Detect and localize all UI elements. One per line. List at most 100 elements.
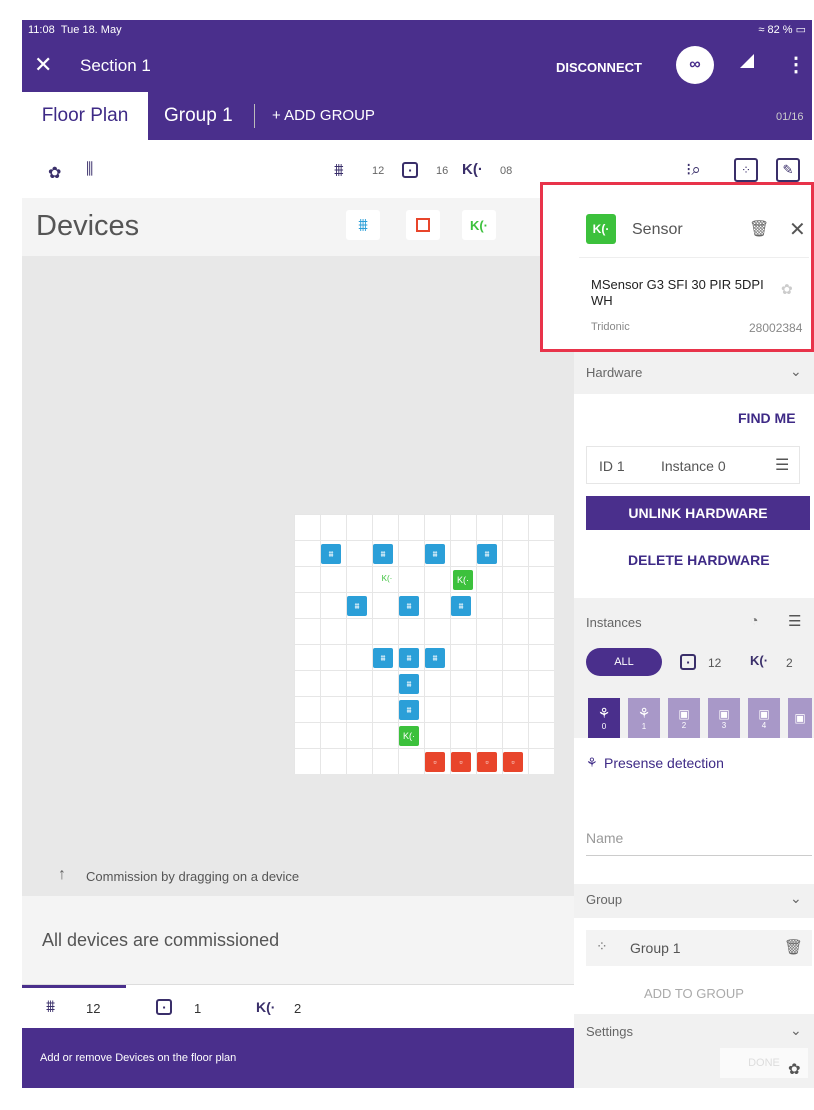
- instance-tile[interactable]: ▣ 3: [708, 698, 740, 738]
- id-instance-row[interactable]: ID 1 Instance 0 ☰: [586, 446, 800, 484]
- page-indicator: 01/16: [776, 111, 804, 123]
- link-icon[interactable]: ∞: [676, 46, 714, 84]
- sensor-filter-count: 2: [786, 656, 793, 670]
- search-device-icon[interactable]: ⁝⌕: [686, 160, 701, 180]
- instance-tile[interactable]: ▣ 4: [748, 698, 780, 738]
- tab-divider: [254, 104, 255, 128]
- gear-icon[interactable]: ✿: [781, 281, 793, 298]
- io-count: 16: [436, 165, 449, 177]
- chevron-down-icon[interactable]: ⌄: [790, 890, 802, 907]
- sensor-filter-icon[interactable]: K(·: [750, 653, 768, 668]
- io-icon: ▪: [402, 162, 418, 178]
- presence-icon: ⚘: [637, 705, 651, 721]
- sensors-total: 2: [294, 1001, 302, 1016]
- status-time: 11:08 Tue 18. May: [28, 24, 122, 36]
- device-grid[interactable]: ⩩ ⩩ ⩩ ⩩ K(· K(· ⩩ ⩩ ⩩ ⩩ ⩩ ⩩ ⩩ ⩩ K(· ▫ ▫ …: [294, 514, 554, 774]
- active-indicator: [22, 985, 126, 988]
- instance-number: 3: [721, 720, 727, 730]
- chevron-down-icon[interactable]: ⌄: [790, 1022, 802, 1039]
- close-icon[interactable]: ✕: [34, 52, 52, 78]
- sensor-type-label: Sensor: [632, 221, 683, 238]
- io-total: 1: [194, 1001, 202, 1016]
- light-device[interactable]: ⩩: [347, 596, 367, 616]
- sensor-count: 08: [500, 165, 513, 177]
- io-icon: ▣: [794, 711, 806, 725]
- device-count-bar: ⩩ 12 ▪ 1 K(· 2: [22, 984, 574, 1028]
- instance-name-input[interactable]: Name: [586, 830, 623, 846]
- filter-light-icon[interactable]: ⩩: [346, 210, 380, 240]
- light-icon[interactable]: ⩩: [46, 997, 55, 1017]
- light-device[interactable]: ⩩: [399, 648, 419, 668]
- light-device[interactable]: ⩩: [321, 544, 341, 564]
- battery-indicator: ≈ 82 % ▭: [758, 24, 806, 36]
- io-filter-count: 12: [708, 656, 722, 670]
- sensor-icon[interactable]: K(·: [256, 999, 275, 1015]
- trash-icon[interactable]: 🗑: [784, 938, 803, 956]
- delete-hardware-button[interactable]: DELETE HARDWARE: [628, 552, 770, 568]
- io-device[interactable]: ▫: [477, 752, 497, 772]
- io-icon[interactable]: ▪: [156, 999, 172, 1015]
- equalizer-icon[interactable]: ⫼: [86, 161, 93, 179]
- tab-floor-plan[interactable]: Floor Plan: [22, 92, 148, 140]
- article-number: 28002384: [749, 321, 803, 335]
- light-device[interactable]: ⩩: [373, 648, 393, 668]
- commission-hint: Commission by dragging on a device: [86, 869, 300, 884]
- light-device[interactable]: ⩩: [477, 544, 497, 564]
- add-group-button[interactable]: + ADD GROUP: [272, 107, 375, 124]
- disconnect-button[interactable]: DISCONNECT: [556, 60, 642, 75]
- list-icon[interactable]: ☰: [775, 455, 789, 475]
- sensor-device[interactable]: K(·: [399, 726, 419, 746]
- instance-tile[interactable]: ▣: [788, 698, 812, 738]
- light-device[interactable]: ⩩: [425, 544, 445, 564]
- settings-section-label: Settings: [586, 1024, 633, 1039]
- gear-icon[interactable]: ✿: [48, 163, 61, 183]
- light-icon: ⩩: [334, 160, 344, 180]
- io-icon: ▣: [758, 706, 770, 721]
- instance-settings-icon[interactable]: ◔: [750, 612, 758, 628]
- light-device[interactable]: ⩩: [425, 648, 445, 668]
- lights-total: 12: [86, 1001, 101, 1016]
- edit-icon[interactable]: ✎: [776, 158, 800, 182]
- hardware-id: ID 1: [599, 458, 625, 474]
- status-bar: 11:08 Tue 18. May ≈ 82 % ▭: [22, 20, 812, 40]
- io-filter-icon[interactable]: ▪: [680, 654, 696, 670]
- devices-title: Devices: [36, 210, 140, 242]
- section-title: Section 1: [80, 56, 151, 75]
- sensor-icon: K(·: [462, 161, 483, 178]
- close-icon[interactable]: ✕: [789, 217, 806, 242]
- find-me-button[interactable]: FIND ME: [738, 410, 796, 426]
- light-device[interactable]: ⩩: [373, 544, 393, 564]
- presence-icon: ⚘: [597, 705, 611, 721]
- light-device[interactable]: ⩩: [451, 596, 471, 616]
- settings-section: Settings ⌄ DONE ✿: [574, 1014, 814, 1088]
- io-device[interactable]: ▫: [425, 752, 445, 772]
- io-device[interactable]: ▫: [503, 752, 523, 772]
- add-to-group-button[interactable]: ADD TO GROUP: [644, 986, 744, 1001]
- instance-tile[interactable]: ⚘ 0: [588, 698, 620, 738]
- group-row[interactable]: ⁘ Group 1 🗑: [586, 930, 812, 966]
- light-device[interactable]: ⩩: [399, 674, 419, 694]
- chevron-down-icon[interactable]: ⌄: [790, 363, 802, 380]
- light-device[interactable]: ⩩: [399, 700, 419, 720]
- group-icon: ⁘: [596, 938, 608, 954]
- instance-number: 2: [681, 720, 687, 730]
- sensor-device[interactable]: K(·: [453, 570, 473, 590]
- lights-count: 12: [372, 165, 385, 177]
- more-menu-icon[interactable]: ⋮: [786, 52, 806, 77]
- sensor-device-ghost[interactable]: K(·: [377, 568, 397, 588]
- commission-status-text: All devices are commissioned: [42, 930, 280, 950]
- instance-tile[interactable]: ▣ 2: [668, 698, 700, 738]
- select-icon[interactable]: ⁘: [734, 158, 758, 182]
- devices-header: Devices ⩩ K(·: [22, 198, 574, 256]
- light-device[interactable]: ⩩: [399, 596, 419, 616]
- filter-sensor-icon[interactable]: K(·: [462, 210, 496, 240]
- gear-icon[interactable]: ✿: [788, 1060, 801, 1078]
- io-device[interactable]: ▫: [451, 752, 471, 772]
- trash-icon[interactable]: 🗑: [749, 219, 769, 239]
- list-icon[interactable]: ☰: [788, 612, 801, 630]
- instance-tile[interactable]: ⚘ 1: [628, 698, 660, 738]
- unlink-hardware-button[interactable]: UNLINK HARDWARE: [586, 496, 810, 530]
- filter-io-icon[interactable]: [406, 210, 440, 240]
- tab-group1[interactable]: Group 1: [164, 105, 233, 127]
- filter-all-button[interactable]: ALL: [586, 648, 662, 676]
